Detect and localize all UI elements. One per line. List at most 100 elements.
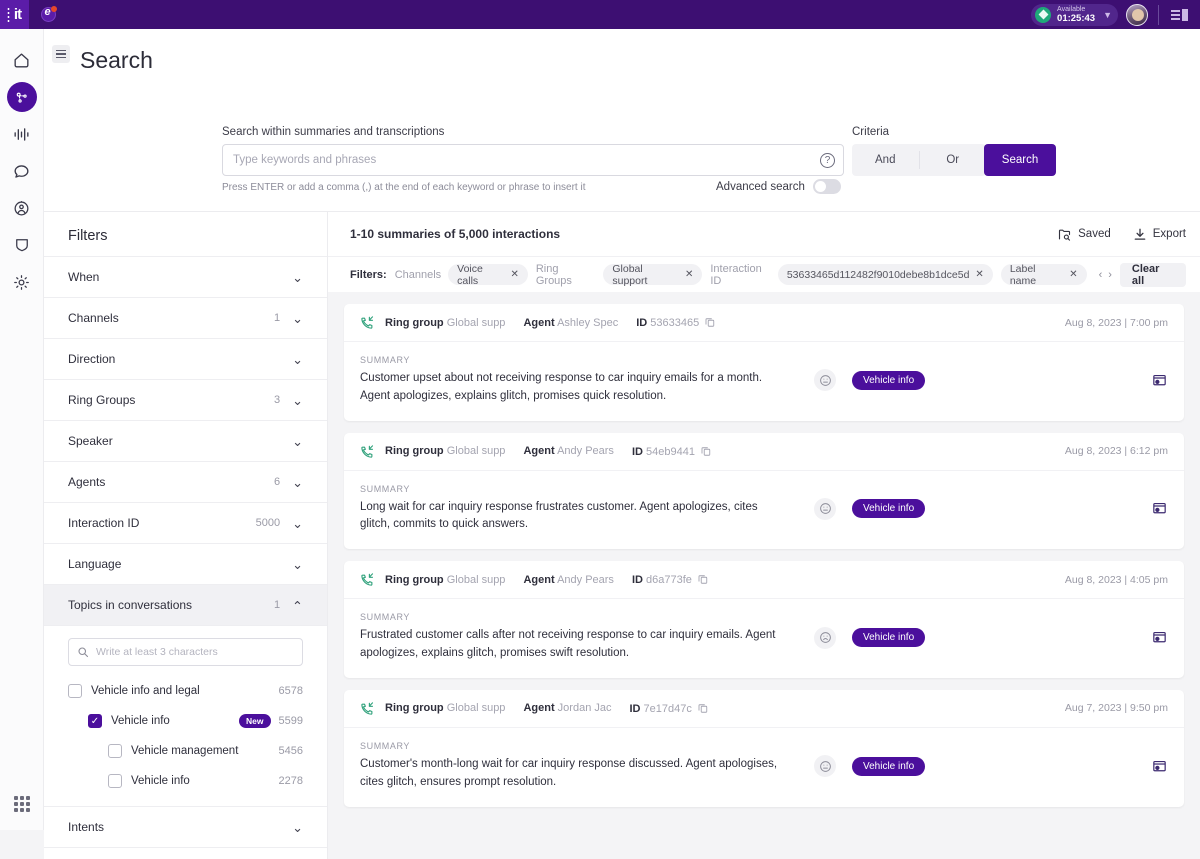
close-icon[interactable]: ✕ [975, 269, 983, 280]
sad-face-icon[interactable] [814, 626, 836, 649]
card-timestamp: Aug 8, 2023 | 4:05 pm [1064, 573, 1168, 586]
topic-badge[interactable]: Vehicle info [852, 628, 926, 648]
chevron-down-icon: ⌄ [292, 351, 303, 367]
advanced-search-toggle[interactable] [812, 179, 841, 194]
filter-chip[interactable]: Voice calls ✕ [448, 263, 528, 287]
topic-checkbox[interactable] [108, 774, 122, 788]
card-id: ID 54eb9441 [632, 445, 712, 458]
chip-pager-prev[interactable]: ‹ [1099, 269, 1103, 281]
topic-badge[interactable]: Vehicle info [852, 756, 926, 776]
hamburger-icon[interactable] [52, 45, 70, 63]
criteria-and-button[interactable]: And [852, 144, 919, 176]
top-bar: it Available 01:25:43 ▼ [0, 0, 1200, 29]
incoming-call-icon [360, 444, 375, 459]
topic-search-input[interactable] [96, 646, 294, 658]
neutral-face-icon[interactable] [814, 369, 836, 392]
filter-row-when[interactable]: When ⌄ [44, 256, 327, 297]
filter-row-speaker[interactable]: Speaker ⌄ [44, 420, 327, 461]
results-header: 1-10 summaries of 5,000 interactions Sav… [328, 212, 1200, 256]
shield-icon[interactable] [7, 230, 37, 260]
neutral-face-icon[interactable] [814, 497, 836, 520]
topic-checkbox[interactable]: ✓ [88, 714, 102, 728]
open-transcript-icon[interactable] [1151, 372, 1168, 389]
avatar[interactable] [1126, 3, 1148, 26]
topic-search-wrapper[interactable] [68, 638, 303, 666]
open-transcript-icon[interactable] [1151, 629, 1168, 646]
saved-button[interactable]: Saved [1057, 227, 1111, 242]
filter-chip[interactable]: Global support ✕ [603, 263, 703, 287]
chevron-down-icon: ⌄ [292, 819, 303, 835]
result-card[interactable]: Ring group Global supp Agent Andy Pears … [344, 561, 1184, 678]
product-logo[interactable]: it [0, 0, 29, 29]
copy-icon[interactable] [697, 573, 709, 585]
chat-bubble-icon[interactable] [7, 156, 37, 186]
chip-group-interaction-id: Interaction ID 53633465d112482f9010debe8… [710, 263, 993, 287]
filter-row-topics-in-conversations[interactable]: Topics in conversations 1 ⌄ [44, 584, 327, 625]
topic-item[interactable]: ✓ Vehicle info New 5599 [68, 706, 303, 736]
copy-icon[interactable] [704, 316, 716, 328]
interactions-ai-icon[interactable] [6, 82, 37, 112]
filter-row-ring-groups[interactable]: Ring Groups 3 ⌄ [44, 379, 327, 420]
result-card[interactable]: Ring group Global supp Agent Jordan Jac … [344, 689, 1184, 807]
copy-icon[interactable] [700, 445, 712, 457]
question-mark-icon[interactable]: ? [820, 152, 835, 168]
filter-row-next[interactable] [44, 847, 327, 859]
apps-menu-icon[interactable] [1171, 8, 1188, 21]
filter-chip[interactable]: 53633465d112482f9010debe8b1dce5d ✕ [777, 264, 993, 285]
filters-sidebar: Filters When ⌄ Channels 1 ⌄ Direction ⌄ … [44, 211, 328, 859]
filter-row-agents[interactable]: Agents 6 ⌄ [44, 461, 327, 502]
chevron-down-icon: ⌄ [292, 556, 303, 572]
home-icon[interactable] [7, 45, 37, 75]
filter-count: 1 [273, 599, 281, 611]
open-transcript-icon[interactable] [1151, 500, 1168, 517]
filter-row-language[interactable]: Language ⌄ [44, 543, 327, 584]
chip-pager-next[interactable]: › [1108, 269, 1112, 281]
topic-item[interactable]: Vehicle management 5456 [68, 736, 303, 766]
search-input[interactable] [233, 154, 820, 166]
result-card[interactable]: Ring group Global supp Agent Andy Pears … [344, 432, 1184, 550]
agent-label: Agent [523, 316, 555, 329]
analytics-waveform-icon[interactable] [7, 119, 37, 149]
incoming-call-icon [360, 572, 375, 587]
topic-checkbox[interactable] [108, 744, 122, 758]
filter-row-direction[interactable]: Direction ⌄ [44, 338, 327, 379]
results-count: 1-10 summaries of 5,000 interactions [350, 227, 561, 241]
engage-app-icon[interactable] [29, 0, 67, 29]
agent-label: Agent [523, 702, 555, 715]
neutral-face-icon[interactable] [814, 755, 836, 778]
topic-badge[interactable]: Vehicle info [852, 499, 926, 519]
logo-dots-icon [7, 7, 10, 22]
open-transcript-icon[interactable] [1151, 758, 1168, 775]
criteria-or-button[interactable]: Or [920, 144, 987, 176]
chevron-down-icon[interactable]: ▼ [1103, 10, 1112, 20]
filter-chip[interactable]: Label name ✕ [1000, 263, 1087, 287]
close-icon[interactable]: ✕ [1069, 269, 1077, 280]
copy-icon[interactable] [697, 702, 709, 714]
gear-icon[interactable] [7, 267, 37, 297]
close-icon[interactable]: ✕ [685, 269, 693, 280]
filter-row-interaction-id[interactable]: Interaction ID 5000 ⌄ [44, 502, 327, 543]
filter-row-channels[interactable]: Channels 1 ⌄ [44, 297, 327, 338]
search-input-wrapper[interactable]: ? [222, 144, 844, 176]
filter-row-intents[interactable]: Intents ⌄ [44, 806, 327, 847]
logo-letter: it [13, 6, 22, 23]
clear-all-button[interactable]: Clear all [1119, 262, 1186, 287]
card-ring-group: Ring group Global supp [385, 574, 505, 586]
topic-badge[interactable]: Vehicle info [852, 370, 926, 390]
topic-item[interactable]: Vehicle info and legal 6578 [68, 676, 303, 706]
advanced-search-control[interactable]: Advanced search [716, 179, 841, 194]
filter-label: Speaker [68, 434, 113, 448]
card-header: Ring group Global supp Agent Ashley Spec… [344, 304, 1184, 342]
export-button[interactable]: Export [1133, 227, 1186, 242]
agent-person-icon[interactable] [7, 193, 37, 223]
status-badge[interactable]: Available 01:25:43 ▼ [1031, 3, 1118, 26]
search-button[interactable]: Search [984, 144, 1056, 176]
result-card[interactable]: Ring group Global supp Agent Ashley Spec… [344, 304, 1184, 421]
topic-checkbox[interactable] [68, 684, 82, 698]
criteria-segmented-control[interactable]: And Or [852, 144, 986, 176]
summary-text: Long wait for car inquiry response frust… [360, 500, 758, 531]
apps-grid-icon[interactable] [0, 796, 44, 812]
close-icon[interactable]: ✕ [510, 269, 518, 280]
topic-item[interactable]: Vehicle info 2278 [68, 766, 303, 796]
agent-value: Andy Pears [557, 445, 614, 458]
